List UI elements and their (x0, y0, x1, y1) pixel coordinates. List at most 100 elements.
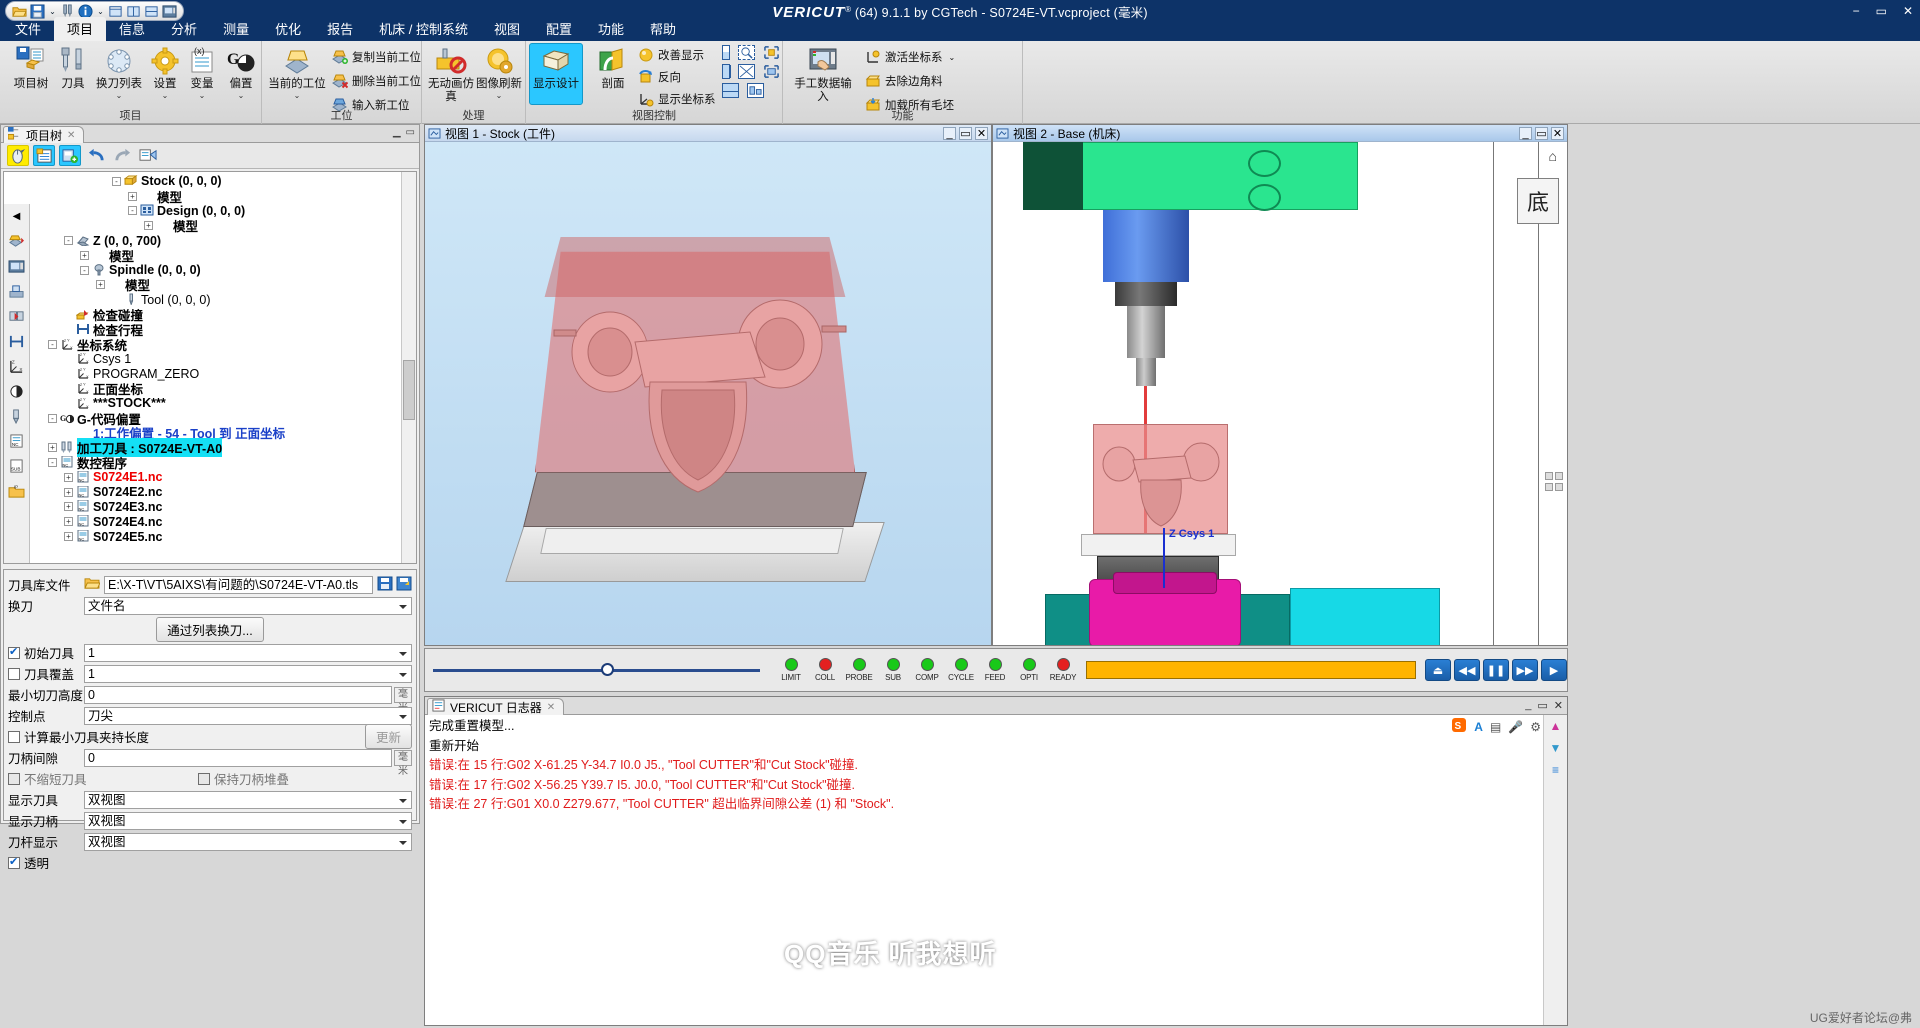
menu-optimize[interactable]: 优化 (262, 17, 314, 41)
view2-maximize-button[interactable]: ▭ (1535, 126, 1548, 140)
play-button[interactable]: ▶ (1541, 659, 1567, 681)
view1-3d-scene[interactable] (425, 142, 991, 645)
ribbon-activate-csys-item[interactable]: 激活坐标系 ⌄ (865, 47, 955, 67)
step-back-button[interactable]: ◀◀ (1454, 659, 1480, 681)
playback-button-group[interactable]: ⏏ ◀◀ ❚❚ ▶▶ ▶ (1422, 659, 1567, 681)
control-point-select[interactable]: 刀尖 (84, 706, 412, 725)
scroll-up-icon[interactable]: ▲ (1544, 715, 1567, 737)
panel-minimize-button[interactable]: ▁ (393, 127, 401, 138)
tree-node[interactable]: + NC S0724E2.nc (32, 485, 400, 500)
tree-node[interactable]: + 模型 (32, 248, 400, 264)
save-icon[interactable] (377, 576, 393, 594)
collapse-toggle-icon[interactable]: - (112, 176, 121, 186)
fit-selected-icon[interactable] (763, 64, 780, 79)
calc-min-holder-checkbox[interactable] (8, 730, 20, 743)
view1-window-buttons[interactable]: _ ▭ ✕ (943, 126, 988, 140)
tree-node[interactable]: + 模型 (32, 189, 400, 205)
ribbon-image-refresh-button[interactable]: 图像刷新 ⌄ (472, 44, 526, 100)
ribbon-no-animation-sim-button[interactable]: 无动画仿真 (424, 44, 478, 104)
project-tree-toolbar[interactable] (1, 143, 419, 169)
menu-analysis[interactable]: 分析 (158, 17, 210, 41)
zoom-out-all-icon[interactable] (738, 64, 755, 79)
filter-icon[interactable]: ≡ (1544, 759, 1567, 781)
gcode-offset-icon[interactable] (4, 379, 29, 404)
log-window-buttons[interactable]: _ ▭ ✕ (1525, 699, 1563, 712)
tree-node[interactable]: + 模型 (32, 218, 400, 234)
keep-holder-stack-checkbox[interactable] (198, 772, 210, 785)
config-list-icon[interactable] (33, 145, 55, 166)
tree-node[interactable]: -Z (0, 0, 700) (32, 233, 400, 248)
sub-program-icon[interactable]: SUB (4, 454, 29, 479)
initial-tool-checkbox[interactable] (8, 645, 20, 659)
scroll-down-icon[interactable]: ▼ (1544, 737, 1567, 759)
tree-node[interactable]: + NC S0724E5.nc (32, 529, 400, 544)
ribbon-image-refresh-caret-icon[interactable]: ⌄ (472, 91, 526, 100)
tree-node[interactable]: Z Y X Csys 1 (32, 352, 400, 367)
menu-file[interactable]: 文件 (2, 17, 54, 41)
zoom-box-icon[interactable] (738, 45, 755, 60)
csys-icon[interactable]: ZX (4, 354, 29, 379)
slider-knob[interactable] (601, 663, 614, 676)
export-icon[interactable] (137, 145, 159, 166)
maximize-button[interactable]: ▭ (1873, 4, 1890, 18)
ribbon-show-design-button[interactable]: 显示设计 (529, 43, 583, 105)
ribbon-activate-csys-caret-icon[interactable]: ⌄ (949, 53, 956, 62)
toolchange-select[interactable]: 文件名 (84, 596, 412, 615)
transparent-checkbox[interactable] (8, 855, 20, 869)
navigation-cube[interactable]: 底 (1517, 178, 1559, 224)
collapse-toggle-icon[interactable]: - (80, 265, 89, 275)
project-tree-scrollbar[interactable] (401, 172, 416, 563)
ribbon-mdi-button[interactable]: 手工数据输入 (789, 44, 857, 104)
tool-library-input[interactable]: E:\X-T\VT\5AIXS\有问题的\S0724E-VT-A0.tls (104, 575, 373, 594)
menu-report[interactable]: 报告 (314, 17, 366, 41)
scrollbar-thumb[interactable] (403, 359, 415, 420)
log-close-button[interactable]: ✕ (1554, 699, 1563, 712)
view2-window-buttons[interactable]: _ ▭ ✕ (1519, 126, 1564, 140)
tab-vericut-log[interactable]: VERICUT 日志器 ✕ (427, 698, 565, 715)
close-icon[interactable]: ✕ (547, 702, 555, 713)
toolchange-by-list-button[interactable]: 通过列表换刀... (156, 616, 264, 642)
save-as-icon[interactable] (396, 576, 412, 594)
tree-node[interactable]: + 模型 (32, 278, 400, 293)
open-folder-icon[interactable] (84, 576, 101, 593)
view2-minimize-button[interactable]: _ (1519, 126, 1532, 140)
home-view-icon[interactable]: ⌂ (1549, 148, 1557, 164)
project-tree-view[interactable]: ◀ ZX NC SUB IP - Stock (0, 0, 0) + 模型 - Desig… (3, 171, 417, 564)
menu-machine-control[interactable]: 机床 / 控制系统 (366, 17, 481, 41)
tab-project-tree[interactable]: 项目树 ✕ (3, 126, 85, 143)
expand-toggle-icon[interactable]: + (128, 191, 137, 201)
view-fill-window-icon[interactable] (722, 45, 730, 60)
tree-node[interactable]: - Z Y X 坐标系统 (32, 337, 400, 353)
tree-node[interactable]: Z Y X PROGRAM_ZERO (32, 366, 400, 381)
close-icon[interactable]: ✕ (67, 130, 75, 141)
tree-node[interactable]: + NC S0724E3.nc (32, 499, 400, 515)
mouse-select-icon[interactable] (7, 145, 29, 166)
expand-toggle-icon[interactable]: + (64, 517, 73, 527)
show-tool-select[interactable]: 双视图 (84, 790, 412, 809)
ribbon-current-station-caret-icon[interactable]: ⌄ (266, 91, 328, 100)
simulation-speed-slider[interactable] (433, 663, 760, 676)
min-cut-height-input[interactable]: 0 (84, 685, 392, 704)
show-holder-select[interactable]: 双视图 (84, 811, 412, 830)
reset-button[interactable]: ⏏ (1425, 659, 1451, 681)
view2-close-button[interactable]: ✕ (1551, 126, 1564, 140)
view2-3d-scene[interactable]: Z Csys 1 ⌂ 底 (993, 142, 1567, 645)
ribbon-offset-button[interactable]: G 偏置 ⌄ (214, 44, 268, 100)
project-tree-nodes[interactable]: - Stock (0, 0, 0) + 模型 - Design (0, 0, 0) + 模型 -… (32, 172, 400, 563)
ribbon-section-button[interactable]: 剖面 (586, 44, 640, 91)
tree-node[interactable]: - NC 数控程序 (32, 455, 400, 471)
ip-folder-icon[interactable]: IP (4, 479, 29, 504)
view1-maximize-button[interactable]: ▭ (959, 126, 972, 140)
tool-override-select[interactable]: 1 (84, 664, 412, 683)
project-tree-sidebar-tools[interactable]: ◀ ZX NC SUB IP (4, 204, 30, 563)
menu-info[interactable]: 信息 (106, 17, 158, 41)
add-component-icon[interactable] (59, 145, 81, 166)
collapse-toggle-icon[interactable]: - (48, 413, 57, 423)
tool-bar-select[interactable]: 双视图 (84, 832, 412, 851)
update-button[interactable]: 更新 (364, 724, 412, 749)
stock-setup-icon[interactable] (4, 229, 29, 254)
tool-override-checkbox[interactable] (8, 667, 20, 680)
tool-icon[interactable] (4, 404, 29, 429)
expand-toggle-icon[interactable]: + (64, 532, 73, 542)
pause-button[interactable]: ❚❚ (1483, 659, 1509, 681)
